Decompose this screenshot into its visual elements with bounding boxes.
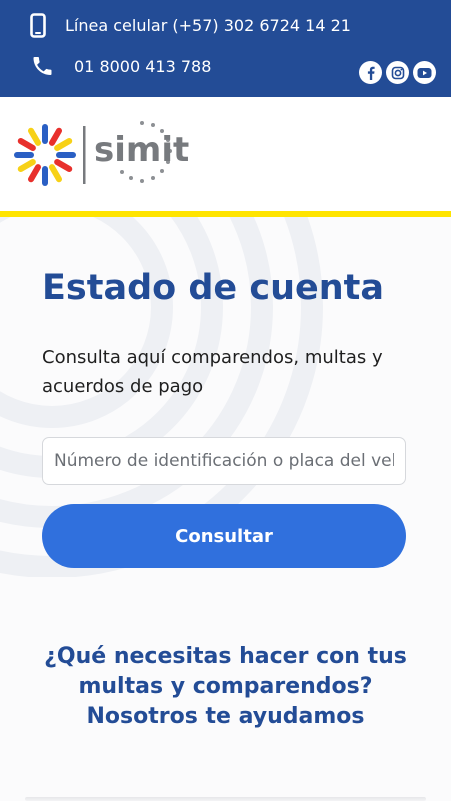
cell-line-text: Línea celular (+57) 302 6724 14 21	[65, 16, 351, 35]
mobile-phone-icon	[30, 13, 46, 38]
logo-divider	[83, 126, 86, 184]
facebook-icon[interactable]	[359, 61, 382, 84]
youtube-icon[interactable]	[413, 61, 436, 84]
instagram-icon[interactable]	[386, 61, 409, 84]
page-subtitle: Consulta aquí comparendos, multas y acue…	[42, 347, 383, 397]
phone-icon	[33, 57, 52, 75]
search-input[interactable]	[42, 437, 406, 485]
consult-button[interactable]: Consultar	[42, 504, 406, 568]
page-title: Estado de cuenta	[42, 268, 385, 308]
card-edge	[25, 797, 426, 801]
simit-logo[interactable]	[12, 121, 172, 188]
toll-free-row[interactable]: 01 8000 413 788	[30, 54, 211, 78]
toll-free-text: 01 8000 413 788	[74, 56, 212, 76]
cell-line-row[interactable]: Línea celular (+57) 302 6724 14 21	[30, 13, 351, 38]
top-contact-bar: Línea celular (+57) 302 6724 14 21 01 80…	[0, 0, 451, 97]
help-heading: ¿Qué necesitas hacer con tus multas y co…	[44, 644, 407, 729]
social-links	[359, 61, 436, 84]
logo-wordmark: simit	[94, 130, 190, 170]
simit-star-logo-icon	[14, 124, 76, 186]
